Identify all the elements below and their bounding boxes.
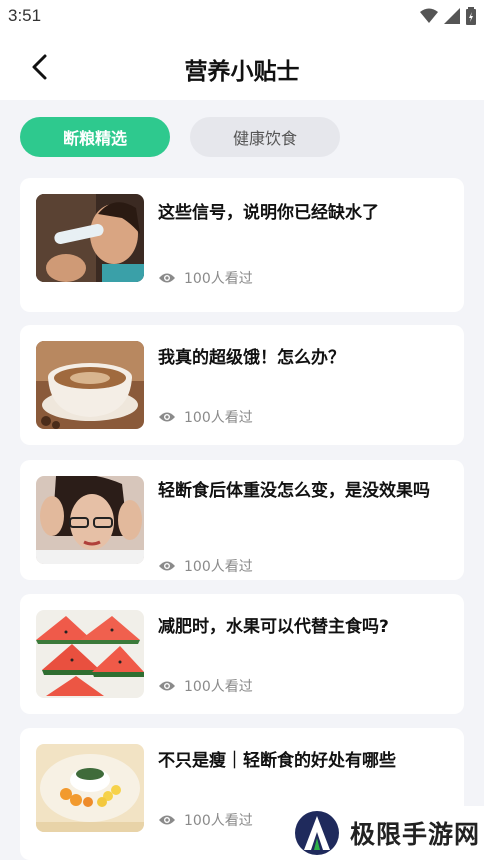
article-thumbnail — [36, 610, 144, 698]
signal-icon — [444, 8, 460, 24]
eye-icon — [159, 681, 175, 691]
coffee-cup-image — [36, 341, 144, 429]
watermelon-slices-image — [36, 610, 144, 698]
watermark: 极限手游网 — [286, 806, 484, 860]
status-bar: 3:51 — [0, 0, 484, 34]
battery-icon — [466, 7, 476, 25]
tab-fasting-picks[interactable]: 断粮精选 — [20, 117, 170, 157]
eye-icon — [159, 561, 175, 571]
article-title: 轻断食后体重没怎么变，是没效果吗 — [158, 481, 430, 501]
category-tabs: 断粮精选 健康饮食 — [20, 117, 340, 157]
view-count: 100人看过 — [158, 268, 253, 288]
article-card[interactable]: 我真的超级饿！怎么办？ 100人看过 — [20, 325, 464, 445]
article-card[interactable]: 减肥时，水果可以代替主食吗? 100人看过 — [20, 594, 464, 714]
view-count-text: 100人看过 — [184, 271, 253, 287]
stressed-woman-image — [36, 476, 144, 564]
article-title: 减肥时，水果可以代替主食吗? — [158, 617, 389, 637]
tab-healthy-diet[interactable]: 健康饮食 — [190, 117, 340, 157]
view-count-text: 100人看过 — [184, 559, 253, 575]
rice-dish-image — [36, 744, 144, 832]
article-title: 不只是瘦｜轻断食的好处有哪些 — [158, 751, 396, 771]
article-card[interactable]: 轻断食后体重没怎么变，是没效果吗 100人看过 — [20, 460, 464, 580]
status-time: 3:51 — [8, 6, 42, 25]
watermark-text: 极限手游网 — [350, 820, 481, 849]
article-title: 这些信号，说明你已经缺水了 — [158, 203, 379, 223]
title-bar: 营养小贴士 — [0, 34, 484, 100]
watermark-logo-icon — [295, 811, 339, 855]
article-card[interactable]: 这些信号，说明你已经缺水了 100人看过 — [20, 178, 464, 312]
article-thumbnail — [36, 744, 144, 832]
view-count-text: 100人看过 — [184, 410, 253, 426]
view-count-text: 100人看过 — [184, 679, 253, 695]
view-count: 100人看过 — [158, 676, 253, 696]
woman-drinking-water-image — [36, 194, 144, 282]
status-icons — [420, 7, 476, 25]
eye-icon — [159, 273, 175, 283]
article-title: 我真的超级饿！怎么办？ — [158, 348, 345, 368]
view-count: 100人看过 — [158, 556, 253, 576]
view-count: 100人看过 — [158, 810, 253, 830]
article-thumbnail — [36, 341, 144, 429]
eye-icon — [159, 815, 175, 825]
article-thumbnail — [36, 194, 144, 282]
eye-icon — [159, 412, 175, 422]
page-title: 营养小贴士 — [184, 59, 300, 85]
view-count-text: 100人看过 — [184, 813, 253, 829]
view-count: 100人看过 — [158, 407, 253, 427]
wifi-icon — [420, 8, 438, 23]
article-thumbnail — [36, 476, 144, 564]
